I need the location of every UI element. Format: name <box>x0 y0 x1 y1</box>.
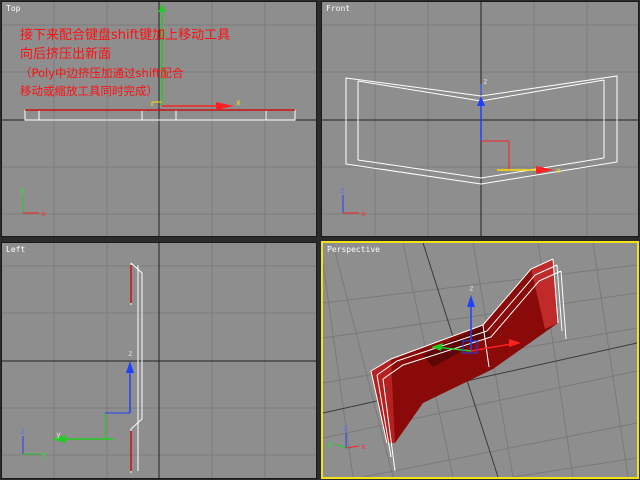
viewport-label-left[interactable]: Left <box>6 245 25 254</box>
axis-y-label: y <box>20 186 25 195</box>
gizmo-x-label: x <box>236 98 241 107</box>
axis-z-label: z <box>20 427 25 436</box>
object-wireframe <box>24 109 296 121</box>
gizmo-z-label: z <box>483 77 488 86</box>
viewport-label-perspective[interactable]: Perspective <box>327 245 380 254</box>
axis-x-label: x <box>361 442 366 451</box>
tutorial-annotation: 接下来配合键盘shift键加上移动工具 向后挤压出新面 （Poly中边挤压加通过… <box>20 26 230 100</box>
annotation-note-2: 移动或缩放工具同时完成） <box>20 84 158 98</box>
axis-tripod: z x y <box>327 424 366 451</box>
viewport-front[interactable]: Front x z z x <box>321 1 639 237</box>
object-wireframe <box>130 262 143 473</box>
annotation-note-1: （Poly中边挤压加通过shift配合 <box>20 66 184 80</box>
annotation-line-2: 向后挤压出新面 <box>20 47 112 62</box>
gizmo-y-label: y <box>56 430 61 439</box>
axis-x-label: x <box>361 209 366 218</box>
viewport-perspective[interactable]: Perspective z z x y <box>321 241 639 479</box>
axis-tripod: y x <box>20 186 46 218</box>
annotation-line-1: 接下来配合键盘shift键加上移动工具 <box>20 28 231 43</box>
viewport-label-front[interactable]: Front <box>326 4 350 13</box>
perspective-view-canvas[interactable]: z z x y <box>323 243 637 477</box>
axis-x-label: x <box>41 209 46 218</box>
transform-gizmo: z y <box>52 349 134 443</box>
gizmo-extrude: x z <box>477 77 561 175</box>
viewport-label-top[interactable]: Top <box>6 4 20 13</box>
gizmo-z-label: z <box>469 284 474 293</box>
axis-z-label: z <box>340 186 345 195</box>
front-view-canvas[interactable]: x z z x <box>322 2 639 237</box>
viewport-left[interactable]: Left z y z y <box>1 242 317 479</box>
left-view-canvas[interactable]: z y z y <box>2 243 317 479</box>
axis-z-label: z <box>343 424 348 433</box>
axis-tripod: z y <box>20 427 46 459</box>
gizmo-x-label: x <box>556 166 561 175</box>
axis-y-label: y <box>327 440 332 449</box>
axis-tripod: z x <box>340 186 366 218</box>
axis-y-label: y <box>41 450 46 459</box>
gizmo-z-label: z <box>128 349 133 358</box>
